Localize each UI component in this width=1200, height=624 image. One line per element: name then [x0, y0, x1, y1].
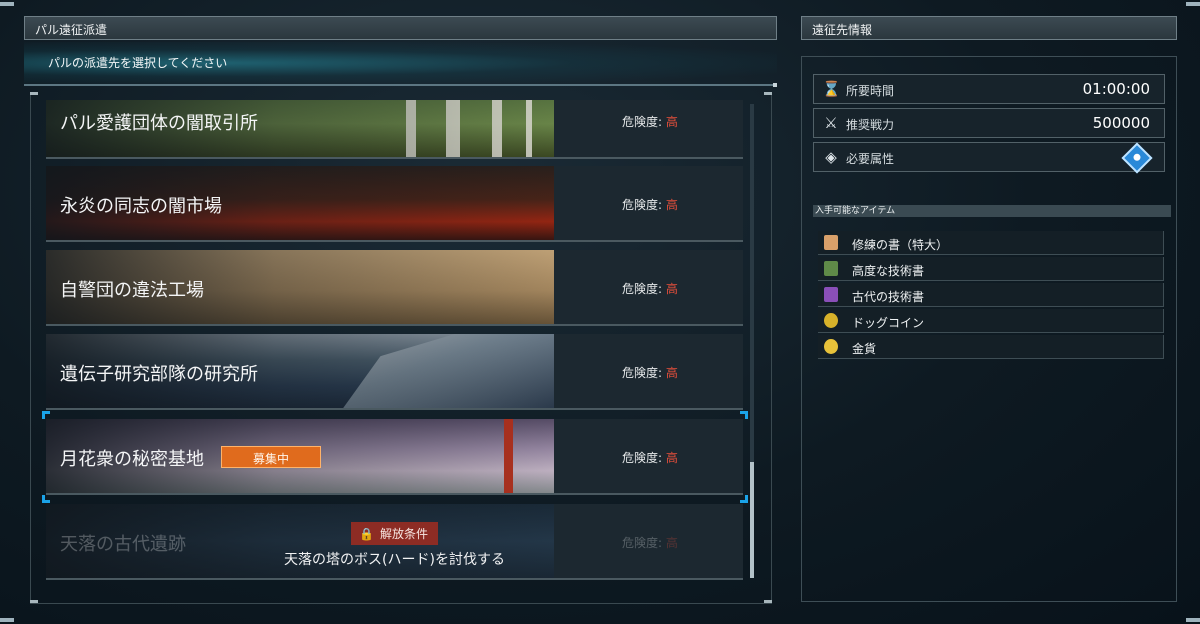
reward-item: 古代の技術書 [818, 283, 1164, 307]
expedition-panel-title: パル遠征派遣 [24, 16, 777, 40]
danger-indicator: 危険度: 高 [622, 113, 678, 130]
screen-corner-bottom-left [0, 618, 14, 622]
water-element-icon [1121, 142, 1153, 174]
recruiting-badge: 募集中 [221, 446, 321, 468]
danger-label: 危険度: [622, 115, 663, 129]
book-icon [824, 287, 838, 302]
destination-name: 月花衆の秘密基地 [60, 449, 204, 470]
element-diamond-icon: ◈ [825, 148, 837, 166]
book-icon [824, 261, 838, 276]
destination-row[interactable]: 遺伝子研究部隊の研究所 危険度: 高 [46, 334, 743, 410]
danger-level: 高 [665, 282, 678, 296]
destination-name: パル愛護団体の闇取引所 [60, 113, 258, 134]
unlock-condition: 🔒 解放条件 天落の塔のボス(ハード)を討伐する [46, 522, 743, 569]
obtainable-items-header: 入手可能なアイテム [813, 205, 1171, 217]
reward-item-name: 金貨 [852, 342, 877, 356]
book-icon [824, 235, 838, 250]
danger-indicator: 危険度: 高 [622, 196, 678, 213]
destination-list-scrollbar[interactable] [750, 104, 754, 578]
destination-row[interactable]: パル愛護団体の闇取引所 危険度: 高 [46, 100, 743, 159]
reward-item: 金貨 [818, 335, 1164, 359]
danger-level: 高 [665, 115, 678, 129]
frame-tick [764, 600, 772, 603]
frame-tick [30, 92, 38, 95]
destination-row-locked[interactable]: 天落の古代遺跡 危険度: 高 🔒 解放条件 天落の塔のボス(ハード)を討伐する [46, 504, 743, 580]
destination-row-selected[interactable]: 月花衆の秘密基地 募集中 危険度: 高 [46, 419, 743, 495]
stat-value: 500000 [1092, 114, 1150, 132]
danger-label: 危険度: [622, 451, 663, 465]
frame-tick [30, 600, 38, 603]
banner-end-dot [773, 83, 777, 87]
danger-level: 高 [665, 198, 678, 212]
stat-recommended-power: ⚔ 推奨戦力 500000 [813, 108, 1165, 138]
gold-coin-icon [824, 339, 838, 354]
stat-label: 所要時間 [846, 84, 895, 98]
crossed-swords-icon: ⚔ [824, 114, 838, 132]
scrollbar-thumb[interactable] [750, 462, 754, 578]
destination-name: 遺伝子研究部隊の研究所 [60, 364, 258, 385]
destination-row[interactable]: 自警団の違法工場 危険度: 高 [46, 250, 743, 326]
coin-icon [824, 313, 838, 328]
danger-indicator: 危険度: 高 [622, 449, 678, 466]
select-destination-banner: パルの派遣先を選択してください [24, 42, 777, 87]
stat-required-element: ◈ 必要属性 [813, 142, 1165, 174]
danger-label: 危険度: [622, 282, 663, 296]
unlock-condition-tag: 🔒 解放条件 [351, 522, 438, 545]
danger-indicator: 危険度: 高 [622, 280, 678, 297]
stat-label: 推奨戦力 [846, 118, 895, 132]
reward-item-name: 修練の書（特大） [852, 238, 949, 252]
screen-corner-top-left [0, 2, 14, 6]
destination-list[interactable]: パル愛護団体の闇取引所 危険度: 高 永炎の同志の闇市場 危険度: 高 自警団の… [46, 100, 746, 582]
danger-label: 危険度: [622, 198, 663, 212]
danger-label: 危険度: [622, 366, 663, 380]
reward-item: 修練の書（特大） [818, 231, 1164, 255]
unlock-condition-text: 天落の塔のボス(ハード)を討伐する [284, 552, 505, 568]
reward-item: ドッグコイン [818, 309, 1164, 333]
screen-corner-bottom-right [1186, 618, 1200, 622]
destination-row[interactable]: 永炎の同志の闇市場 危険度: 高 [46, 166, 743, 242]
destination-info-title: 遠征先情報 [801, 16, 1177, 40]
screen-corner-top-right [1186, 2, 1200, 6]
reward-item-name: 高度な技術書 [852, 264, 925, 278]
reward-item-name: ドッグコイン [852, 316, 925, 330]
lock-icon: 🔒 [359, 527, 374, 541]
frame-tick [764, 92, 772, 95]
danger-level: 高 [665, 451, 678, 465]
hourglass-icon: ⌛ [822, 80, 841, 98]
reward-item-name: 古代の技術書 [852, 290, 925, 304]
destination-name: 永炎の同志の闇市場 [60, 196, 222, 217]
stat-label: 必要属性 [846, 152, 895, 166]
danger-level: 高 [665, 366, 678, 380]
reward-item: 高度な技術書 [818, 257, 1164, 281]
destination-name: 自警団の違法工場 [60, 280, 204, 301]
unlock-condition-label: 解放条件 [379, 527, 428, 541]
stat-duration: ⌛ 所要時間 01:00:00 [813, 74, 1165, 104]
stat-value: 01:00:00 [1082, 80, 1150, 98]
danger-indicator: 危険度: 高 [622, 364, 678, 381]
select-destination-prompt: パルの派遣先を選択してください [48, 56, 228, 70]
